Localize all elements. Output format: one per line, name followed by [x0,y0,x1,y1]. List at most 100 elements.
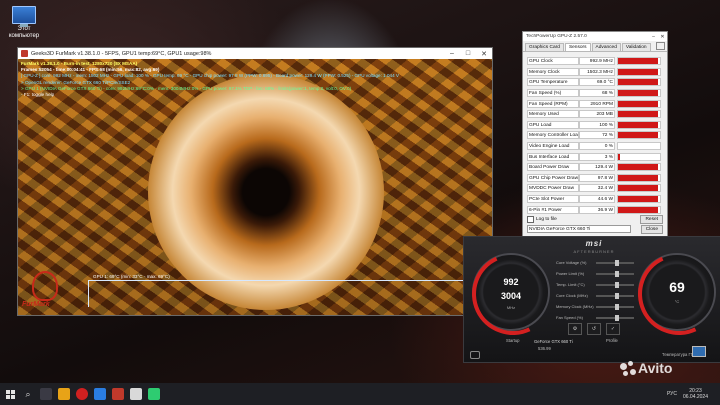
fan-speed-slider[interactable]: Fan Speed (%) [556,312,634,323]
windows-icon [5,389,15,399]
reset-icon[interactable]: ↺ [587,323,601,335]
gpuz-bottom: NVIDIA GeForce GTX 660 Ti Close [527,225,663,234]
sensor-row: 6-Pin #1 Power 36.9 W [527,204,663,215]
sensor-name[interactable]: Video Engine Load [527,142,579,151]
msi-brand: msi [585,239,603,248]
furmark-taskbar-icon[interactable] [112,388,124,400]
sensor-name[interactable]: MVDDC Power Draw [527,184,579,193]
gpu-select[interactable]: NVIDIA GeForce GTX 660 Ti [527,225,631,233]
sensor-graph [617,152,661,161]
fur-donut-render [148,74,384,310]
sensor-name[interactable]: Memory Used [527,110,579,119]
sensor-name[interactable]: Fan Speed (RPM) [527,99,579,108]
sensor-name[interactable]: GPU Chip Power Draw [527,173,579,182]
profile-label[interactable]: Profile [606,338,618,343]
start-button[interactable] [0,383,20,405]
clock-gauge: 992 3004 MHz [460,241,566,347]
sensor-graph-fill [618,58,658,65]
minimize-button[interactable]: – [444,50,460,57]
apply-icon[interactable]: ✓ [606,323,620,335]
sensor-name[interactable]: Board Power Draw [527,163,579,172]
system-tray: РУС 20:23 06.04.2024 [667,388,720,400]
msi-shortcut-icon[interactable] [692,346,706,357]
sensor-name[interactable]: Bus Interface Load [527,152,579,161]
avito-text: Avito [638,360,673,376]
sensor-graph [617,99,661,108]
tab-validation[interactable]: Validation [621,43,651,51]
log-to-file-checkbox[interactable] [527,216,534,223]
temp-gauge: 69 °C [626,241,720,347]
gpuz-tabs: Graphics Card Sensors Advanced Validatio… [523,41,667,52]
afterburner-window[interactable]: msi AFTERBURNER 992 3004 MHz 69 °C Core … [460,236,720,363]
app-icon[interactable] [94,388,106,400]
sensor-name[interactable]: GPU Temperature [527,78,579,87]
furmark-logo-icon [32,271,58,301]
power-limit-slider[interactable]: Power Limit (%) [556,268,634,279]
startup-label[interactable]: Startup [506,338,520,343]
sensor-graph [617,163,661,172]
sensor-graph-fill [618,153,621,160]
sensor-name[interactable]: GPU Clock [527,57,579,66]
taskbar: ⌕ РУС 20:23 06.04.2024 [0,383,720,405]
sensor-row: Video Engine Load 0 % [527,141,663,152]
reset-button[interactable]: Reset [640,215,663,224]
core-voltage-slider[interactable]: Core Voltage (%) [556,257,634,268]
settings-icon[interactable]: ⚙ [568,323,582,335]
maximize-button[interactable]: □ [460,50,476,57]
language-indicator[interactable]: РУС [667,391,677,397]
sensor-name[interactable]: Memory Clock [527,67,579,76]
opera-icon[interactable] [76,388,88,400]
sensor-row: Memory Used 203 MB [527,109,663,120]
clock-unit: MHz [506,305,516,310]
search-icon[interactable]: ⌕ [22,388,34,400]
tab-advanced[interactable]: Advanced [591,43,621,51]
afterburner-taskbar-icon[interactable] [148,388,160,400]
sensor-graph [617,89,661,98]
sensor-graph-fill [618,174,658,181]
avito-logo-icon [620,361,636,377]
sensor-graph [617,184,661,193]
sensor-value: 203 MB [579,110,615,119]
sensor-value: 36.9 W [579,205,615,214]
log-to-file-label: Log to file [536,217,557,222]
slider-panel: Core Voltage (%) Power Limit (%) Temp. L… [556,257,634,323]
temp-limit-slider[interactable]: Temp. Limit (°C) [556,279,634,290]
gpuz-taskbar-icon[interactable] [130,388,142,400]
clock[interactable]: 20:23 06.04.2024 [683,388,708,400]
gpuz-close-button[interactable]: Close [640,225,663,234]
sensor-name[interactable]: GPU Load [527,120,579,129]
core-clock-slider[interactable]: Core Clock (MHz) [556,290,634,301]
sensor-graph-fill [618,100,658,107]
desktop-icon-this-pc[interactable]: Этот компьютер [4,6,44,40]
desktop-icon-label: Этот компьютер [8,26,40,39]
sensor-row: Fan Speed (RPM) 2910 RPM [527,98,663,109]
gpuz-titlebar[interactable]: TechPowerUp GPU-Z 2.57.0 – ✕ [523,32,667,41]
memory-clock-slider[interactable]: Memory Clock (MHz) [556,301,634,312]
tab-sensors[interactable]: Sensors [564,43,591,51]
memory-clock-value: 3004 [500,291,522,301]
task-view-icon[interactable] [40,388,52,400]
sensor-name[interactable]: PCIe Slot Power [527,195,579,204]
furmark-render-area[interactable]: FurMark v1.38.1.0 - Burn-in test, 1280x7… [18,59,492,315]
sensor-graph [617,173,661,182]
computer-icon [12,6,36,27]
furmark-titlebar[interactable]: Geeks3D FurMark v1.38.1.0 - 5FPS, GPU1 t… [18,48,492,59]
sensor-name[interactable]: 6-Pin #1 Power [527,205,579,214]
tab-graphics-card[interactable]: Graphics Card [525,43,564,51]
sensor-value: 100 % [579,120,615,129]
file-explorer-icon[interactable] [58,388,70,400]
close-button[interactable]: ✕ [476,50,492,58]
close-button[interactable]: ✕ [658,34,667,40]
sensor-name[interactable]: Fan Speed (%) [527,89,579,98]
minimize-button[interactable]: – [649,34,658,40]
gpu-temp-value: 69 [669,279,685,295]
sensor-value: 44.6 W [579,195,615,204]
sensor-value: 129.4 W [579,163,615,172]
camera-icon[interactable] [656,42,665,50]
sensor-name[interactable]: Memory Controller Load [527,131,579,140]
furmark-title: Geeks3D FurMark v1.38.1.0 - 5FPS, GPU1 t… [31,50,212,57]
power-icon[interactable] [470,351,480,359]
furmark-window[interactable]: Geeks3D FurMark v1.38.1.0 - 5FPS, GPU1 t… [17,47,493,316]
sensor-row: GPU Clock 992.9 MHz [527,56,663,67]
gpuz-window[interactable]: TechPowerUp GPU-Z 2.57.0 – ✕ Graphics Ca… [522,31,668,237]
